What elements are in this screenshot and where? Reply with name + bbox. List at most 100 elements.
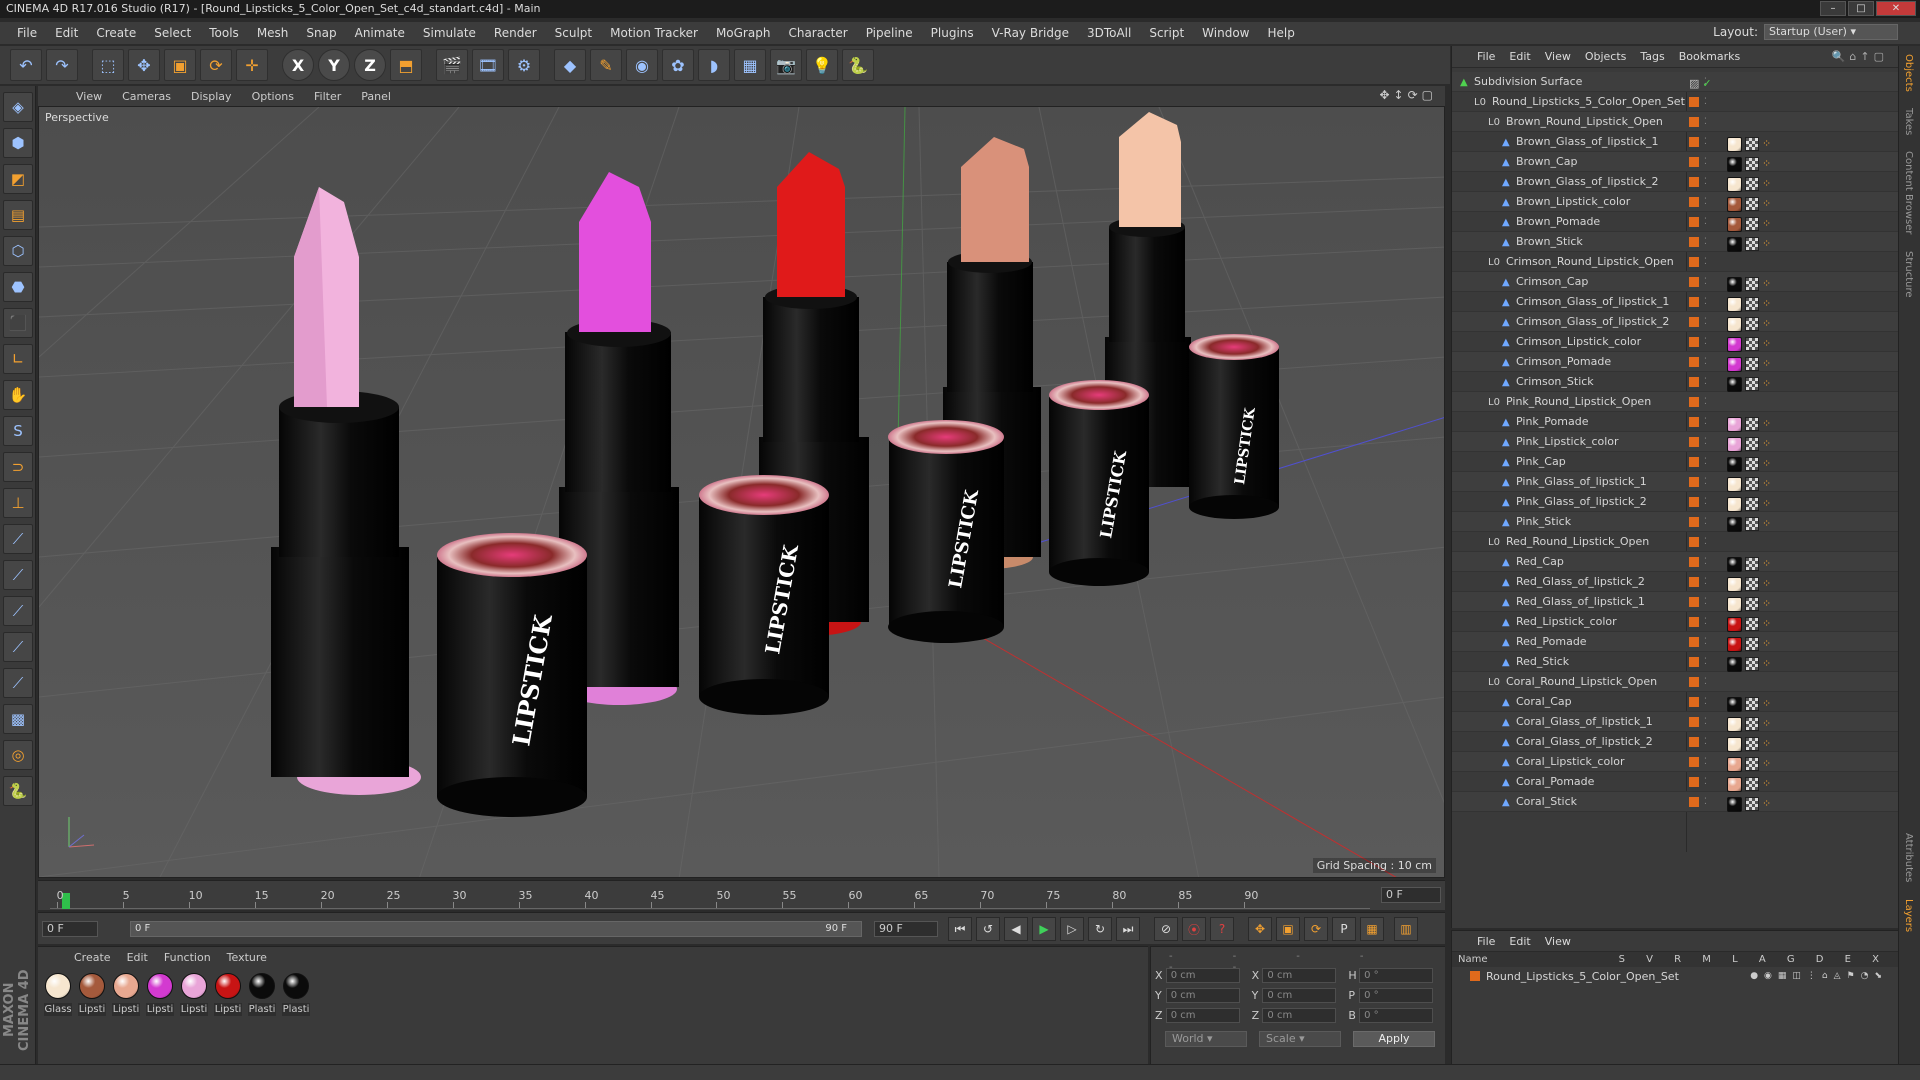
visibility-dots-icon[interactable]: ⁚ [1704,652,1707,672]
uvw-tag-icon[interactable] [1745,337,1759,351]
phong-tag-icon[interactable]: ⁘ [1762,514,1771,534]
layer-color-icon[interactable] [1689,217,1699,227]
layer-color-icon[interactable] [1689,757,1699,767]
material-menu-create[interactable]: Create [66,951,119,964]
material-swatch[interactable]: Plasti [248,973,276,1016]
uvw-tag-icon[interactable] [1745,797,1759,811]
frame-range-slider[interactable]: 0 F 90 F [130,921,862,937]
object-row-pink-cap[interactable]: ▲ Pink_Cap ⁚ ⁘ [1452,452,1899,472]
material-tag-icon[interactable] [1727,296,1742,312]
visibility-dots-icon[interactable]: ⁚ [1704,352,1707,372]
phong-tag-icon[interactable]: ⁘ [1762,454,1771,474]
object-row-crimson-round-lipstick-open[interactable]: L0 Crimson_Round_Lipstick_Open ⁚ [1452,252,1899,272]
material-swatch[interactable]: Glass [44,973,72,1016]
key-pla-icon[interactable]: ▦ [1360,917,1384,941]
uvw-tag-icon[interactable] [1745,617,1759,631]
menu-v-ray-bridge[interactable]: V-Ray Bridge [983,26,1078,40]
object-row-pink-stick[interactable]: ▲ Pink_Stick ⁚ ⁘ [1452,512,1899,532]
side-tab-content-browser[interactable]: Content Browser [1899,143,1918,242]
keyframe-selection-icon[interactable]: ⊘ [1154,917,1178,941]
world-dropdown[interactable]: World ▾ [1165,1031,1247,1047]
visibility-dots-icon[interactable]: ⁚ [1704,592,1707,612]
uvw-tag-icon[interactable] [1745,717,1759,731]
light-icon[interactable]: 💡 [806,49,838,81]
material-tag-icon[interactable] [1727,656,1742,672]
phong-tag-icon[interactable]: ⁘ [1762,554,1771,574]
object-row-coral-glass-of-lipstick-2[interactable]: ▲ Coral_Glass_of_lipstick_2 ⁚ ⁘ [1452,732,1899,752]
phong-tag-icon[interactable]: ⁘ [1762,614,1771,634]
layer-color-icon[interactable] [1689,597,1699,607]
object-menu-objects[interactable]: Objects [1578,50,1634,63]
side-tab-objects[interactable]: Objects [1899,46,1918,100]
menu-render[interactable]: Render [485,26,546,40]
material-tag-icon[interactable] [1727,796,1742,812]
menu-tools[interactable]: Tools [200,26,248,40]
material-menu-texture[interactable]: Texture [219,951,275,964]
object-row-red-glass-of-lipstick-1[interactable]: ▲ Red_Glass_of_lipstick_1 ⁚ ⁘ [1452,592,1899,612]
material-tag-icon[interactable] [1727,576,1742,592]
layer-color-icon[interactable] [1689,657,1699,667]
material-tag-icon[interactable] [1727,776,1742,792]
visibility-dots-icon[interactable]: ⁚ [1704,452,1707,472]
layer-color-icon[interactable] [1689,457,1699,467]
object-menu-edit[interactable]: Edit [1502,50,1537,63]
phong-tag-icon[interactable]: ⁘ [1762,274,1771,294]
phong-tag-icon[interactable]: ⁘ [1762,414,1771,434]
next-key-icon[interactable]: ↻ [1088,917,1112,941]
layer-color-icon[interactable] [1689,397,1699,407]
autokey-icon[interactable]: ? [1210,917,1234,941]
uvw-tag-icon[interactable] [1745,557,1759,571]
y-axis-icon[interactable]: Y [318,49,350,81]
uvw-tag-icon[interactable] [1745,737,1759,751]
uvw-tag-icon[interactable] [1745,197,1759,211]
phong-tag-icon[interactable]: ⁘ [1762,794,1771,814]
visibility-dots-icon[interactable]: ⁚ [1704,172,1707,192]
magnet-icon[interactable]: ⊃ [3,452,33,482]
material-tag-icon[interactable] [1727,556,1742,572]
menu-help[interactable]: Help [1258,26,1303,40]
layer-color-icon[interactable] [1689,477,1699,487]
viewport-menu-view[interactable]: View [66,90,112,103]
object-row-red-glass-of-lipstick-2[interactable]: ▲ Red_Glass_of_lipstick_2 ⁚ ⁘ [1452,572,1899,592]
layer-color-icon[interactable] [1689,777,1699,787]
editor-enabled-icon[interactable]: ▨ [1689,74,1699,94]
layer-color-icon[interactable] [1689,557,1699,567]
texture-mode-icon[interactable]: ◩ [3,164,33,194]
key-param-icon[interactable]: P [1332,917,1356,941]
menu-pipeline[interactable]: Pipeline [857,26,922,40]
menu-script[interactable]: Script [1140,26,1193,40]
prev-frame-icon[interactable]: ◀ [1004,917,1028,941]
timeline-ruler[interactable]: 0 5 10 15 20 25 30 35 40 45 50 55 60 65 70 75 80 85 90 [50,889,1370,909]
uvw-tag-icon[interactable] [1745,437,1759,451]
layer-color-icon[interactable] [1689,697,1699,707]
uvw-tag-icon[interactable] [1745,457,1759,471]
uvw-tag-icon[interactable] [1745,757,1759,771]
workplane-lock-icon[interactable]: ⊥ [3,488,33,518]
uvw-tag-icon[interactable] [1745,697,1759,711]
uvw-tag-icon[interactable] [1745,297,1759,311]
object-row-coral-pomade[interactable]: ▲ Coral_Pomade ⁚ ⁘ [1452,772,1899,792]
material-tag-icon[interactable] [1727,336,1742,352]
uvw-tag-icon[interactable] [1745,637,1759,651]
visibility-dots-icon[interactable]: ⁚ [1704,472,1707,492]
menu-plugins[interactable]: Plugins [922,26,983,40]
layer-color-icon[interactable] [1689,357,1699,367]
visibility-dots-icon[interactable]: ⁚ [1704,272,1707,292]
material-tag-icon[interactable] [1727,616,1742,632]
uvw-tag-icon[interactable] [1745,137,1759,151]
layer-color-icon[interactable] [1689,117,1699,127]
material-tag-icon[interactable] [1727,476,1742,492]
phong-tag-icon[interactable]: ⁘ [1762,774,1771,794]
coordinate-system-icon[interactable]: ⬒ [390,49,422,81]
material-tag-icon[interactable] [1727,596,1742,612]
material-tag-icon[interactable] [1727,716,1742,732]
layer-menu-edit[interactable]: Edit [1502,935,1537,948]
phong-tag-icon[interactable]: ⁘ [1762,334,1771,354]
phong-tag-icon[interactable]: ⁘ [1762,314,1771,334]
layer-color-icon[interactable] [1689,137,1699,147]
uvw-tag-icon[interactable] [1745,597,1759,611]
material-tag-icon[interactable] [1727,356,1742,372]
object-menu-file[interactable]: File [1470,50,1502,63]
visibility-dots-icon[interactable]: ⁚ [1704,232,1707,252]
object-row-crimson-pomade[interactable]: ▲ Crimson_Pomade ⁚ ⁘ [1452,352,1899,372]
